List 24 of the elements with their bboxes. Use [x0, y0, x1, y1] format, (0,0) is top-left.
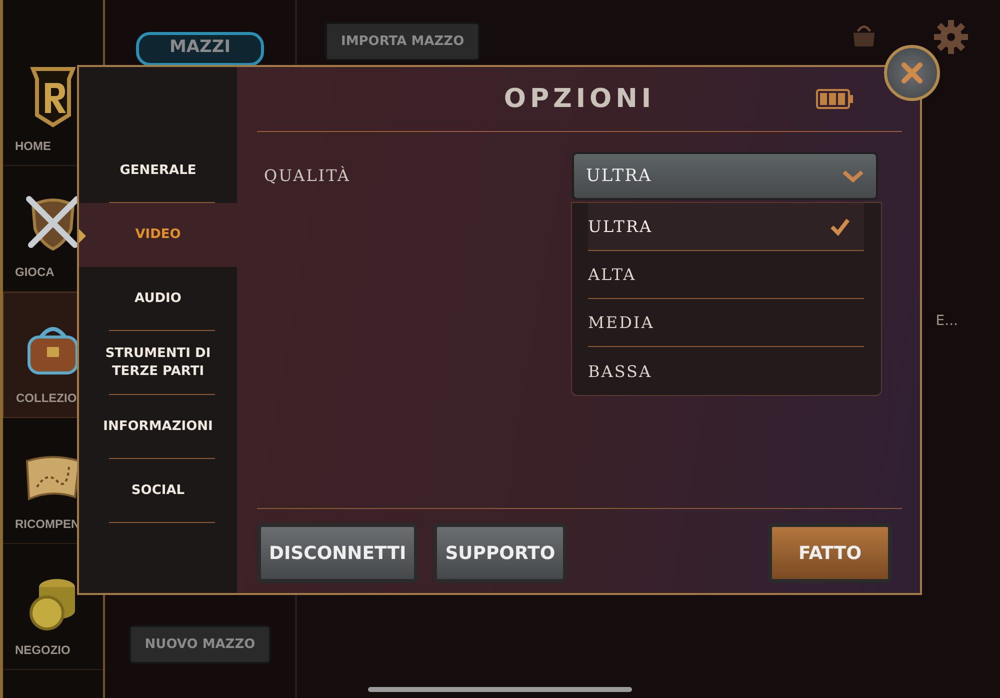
dropdown-option[interactable]: ALTA [588, 251, 864, 299]
decks-tab[interactable]: MAZZI [136, 32, 264, 66]
dialog-button[interactable]: SUPPORTO [433, 523, 568, 583]
nav-label: NEGOZIO [15, 643, 70, 657]
quality-dropdown[interactable]: ULTRA [572, 152, 878, 200]
nav-label: GIOCA [15, 265, 54, 279]
nav-label: COLLEZIO [16, 391, 77, 405]
checkmark-icon [830, 218, 850, 236]
dialog-title: OPZIONI [504, 84, 656, 114]
new-deck-button[interactable]: NUOVO MAZZO [128, 625, 272, 664]
done-button[interactable]: FATTO [768, 523, 892, 583]
close-icon [901, 62, 923, 84]
dialog-button[interactable]: DISCONNETTI [257, 523, 418, 583]
category-tab[interactable]: VIDEO [79, 203, 237, 267]
quality-label: QUALITÀ [264, 165, 352, 187]
import-deck-button[interactable]: IMPORTA MAZZO [325, 22, 480, 61]
nav-label: HOME [15, 139, 51, 153]
card-caption: E... [936, 313, 958, 329]
chevron-icon [842, 169, 864, 183]
dropdown-option[interactable]: MEDIA [588, 299, 864, 347]
dropdown-option[interactable]: ULTRA [588, 203, 864, 251]
battery-icon [816, 89, 854, 109]
dropdown-option[interactable]: BASSA [588, 347, 864, 395]
r-logo-icon [27, 65, 79, 129]
